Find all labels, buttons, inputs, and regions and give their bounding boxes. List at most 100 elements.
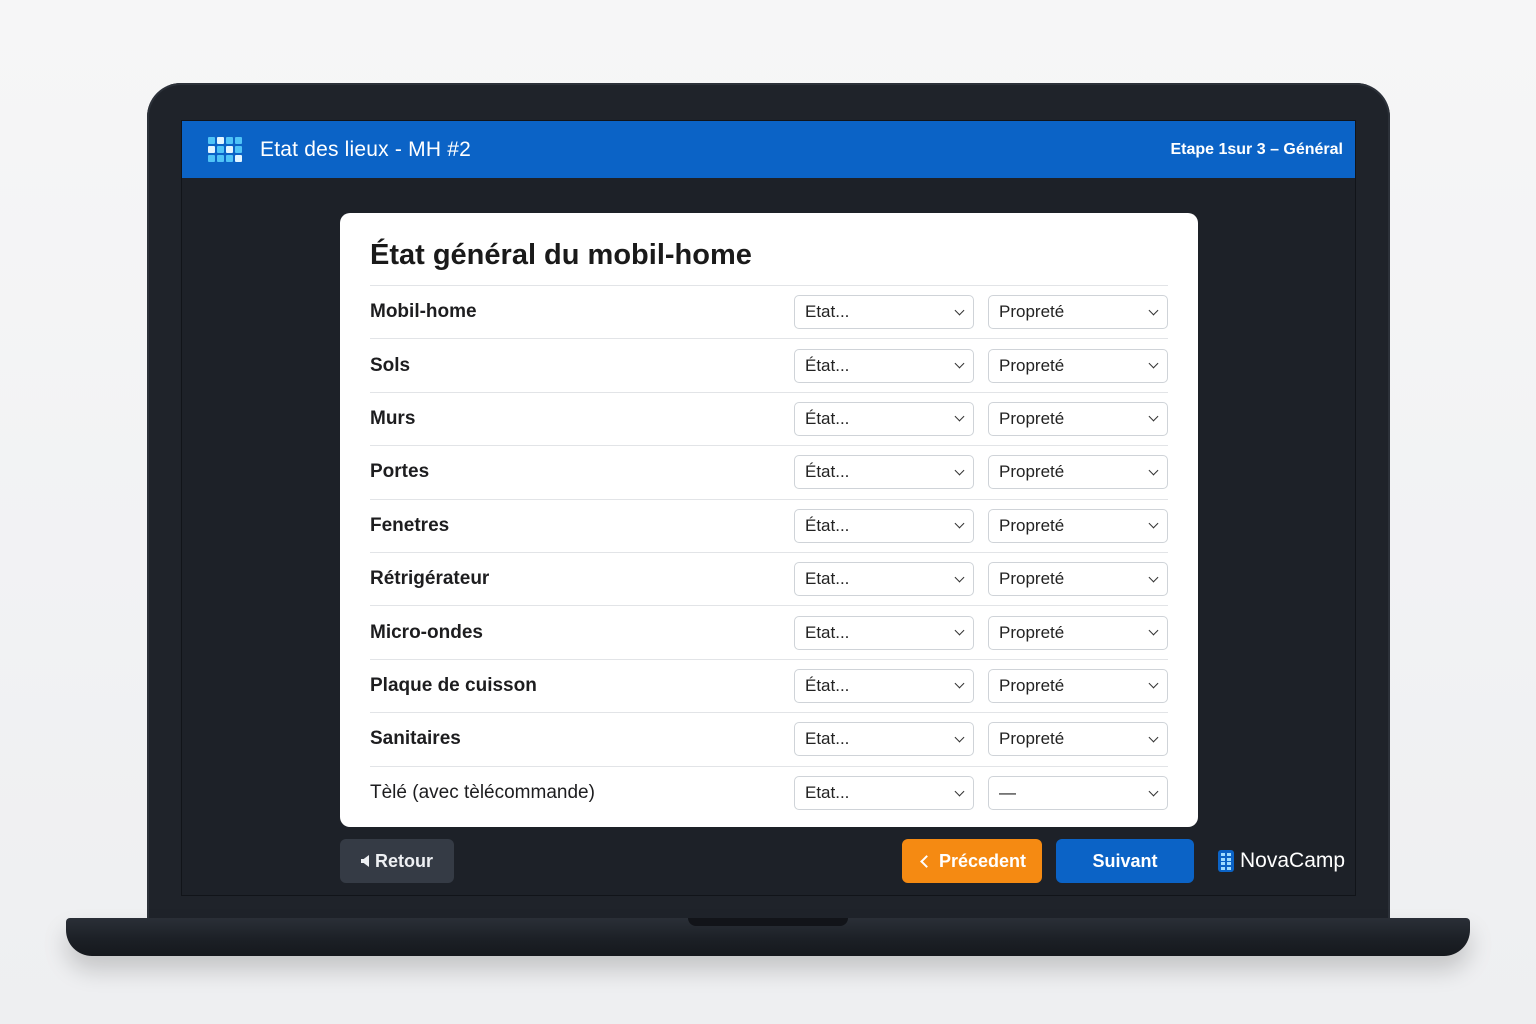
previous-button-label: Précedent	[938, 850, 1027, 871]
inspection-card: État général du mobil-home Mobil-home Eta…	[340, 213, 1198, 827]
row-label: Tèlé (avec tèlécommande)	[370, 782, 595, 804]
chevron-down-icon	[954, 572, 965, 583]
chevron-down-icon	[954, 412, 965, 422]
back-button-label: Retour	[375, 850, 433, 871]
etat-select-value: Etat...	[805, 302, 850, 322]
proprete-select[interactable]: Propreté	[988, 401, 1168, 436]
etat-select-value: Etat...	[805, 729, 850, 749]
previous-button[interactable]: Précedent	[902, 839, 1042, 883]
row-label: Sols	[370, 354, 411, 376]
etat-select-value: État...	[805, 462, 850, 482]
proprete-select[interactable]: Propreté	[988, 295, 1168, 330]
grid-logo-icon	[208, 135, 246, 165]
etat-select[interactable]: Etat...	[794, 615, 974, 650]
row-label: Portes	[370, 461, 430, 483]
table-row: Portes État... Propreté	[370, 446, 1168, 500]
table-row: Sols État... Propreté	[370, 339, 1168, 393]
back-button[interactable]: Retour	[340, 839, 454, 883]
etat-select-value: Etat...	[805, 622, 850, 642]
etat-select-value: Etat...	[805, 569, 850, 589]
proprete-select-value: Propreté	[999, 302, 1065, 322]
table-row: Plaque de cuisson État... Propreté	[370, 660, 1168, 714]
etat-select[interactable]: État...	[794, 508, 974, 543]
table-row: Micro-ondes Etat... Propreté	[370, 606, 1168, 660]
arrow-left-icon	[361, 855, 369, 867]
chevron-down-icon	[1148, 678, 1159, 689]
screen: Etat des lieux - MH #2 Etape 1sur 3 – Gé…	[181, 120, 1356, 896]
inspection-rows: Mobil-home Etat... Propreté Sols État... Prop…	[370, 285, 1168, 820]
row-label: Rétrigérateur	[370, 568, 490, 590]
etat-select-value: État...	[805, 515, 850, 535]
etat-select[interactable]: État...	[794, 348, 974, 383]
proprete-select[interactable]: Propreté	[988, 668, 1168, 703]
proprete-select-value: Propreté	[999, 355, 1065, 375]
chevron-down-icon	[954, 625, 965, 636]
proprete-select-value: Propreté	[999, 515, 1065, 535]
chevron-down-icon	[954, 518, 965, 529]
chevron-down-icon	[1148, 786, 1159, 797]
table-row: Mobil-home Etat... Propreté	[370, 286, 1168, 340]
proprete-select[interactable]: Propreté	[988, 455, 1168, 490]
proprete-select-value: Propreté	[999, 462, 1065, 482]
top-bar: Etat des lieux - MH #2 Etape 1sur 3 – Gé…	[182, 121, 1355, 178]
table-row: Fenetres État... Propreté	[370, 500, 1168, 553]
etat-select[interactable]: Etat...	[794, 776, 974, 811]
proprete-select-value: Propreté	[999, 675, 1065, 695]
chevron-down-icon	[1148, 625, 1159, 636]
proprete-select[interactable]: —	[988, 776, 1168, 811]
chevron-left-icon	[920, 854, 933, 868]
chevron-down-icon	[954, 358, 965, 369]
chevron-down-icon	[1148, 358, 1159, 369]
proprete-select-value: Propreté	[999, 408, 1065, 428]
brand-name: NovaCamp	[1240, 849, 1346, 872]
etat-select[interactable]: Etat...	[794, 562, 974, 597]
proprete-select[interactable]: Propreté	[988, 615, 1168, 650]
building-icon	[1218, 850, 1234, 872]
row-label: Fenetres	[370, 514, 450, 536]
chevron-down-icon	[1148, 518, 1159, 529]
table-row: Sanitaires Etat... Propreté	[370, 713, 1168, 767]
chevron-down-icon	[954, 305, 965, 316]
etat-select-value: État...	[805, 355, 850, 375]
row-label: Plaque de cuisson	[370, 674, 537, 696]
table-row: Tèlé (avec tèlécommande) Etat... —	[370, 767, 1168, 820]
proprete-select[interactable]: Propreté	[988, 508, 1168, 543]
chevron-down-icon	[1148, 572, 1159, 583]
brand: NovaCamp	[1218, 849, 1345, 873]
proprete-select-value: Propreté	[999, 729, 1065, 749]
chevron-down-icon	[1148, 412, 1159, 422]
chevron-down-icon	[1148, 732, 1159, 743]
etat-select[interactable]: Etat...	[794, 722, 974, 757]
table-row: Rétrigérateur Etat... Propreté	[370, 553, 1168, 607]
chevron-down-icon	[954, 732, 965, 743]
chevron-down-icon	[954, 786, 965, 797]
etat-select[interactable]: État...	[794, 668, 974, 703]
chevron-down-icon	[954, 465, 965, 476]
proprete-select[interactable]: Propreté	[988, 562, 1168, 597]
etat-select[interactable]: Etat...	[794, 295, 974, 330]
etat-select[interactable]: État...	[794, 401, 974, 436]
chevron-down-icon	[1148, 465, 1159, 476]
row-label: Micro-ondes	[370, 621, 483, 643]
etat-select-value: État...	[805, 675, 850, 695]
etat-select-value: État...	[805, 408, 850, 428]
etat-select[interactable]: État...	[794, 455, 974, 490]
proprete-select[interactable]: Propreté	[988, 348, 1168, 383]
row-label: Mobil-home	[370, 301, 477, 323]
row-label: Sanitaires	[370, 728, 461, 750]
chevron-down-icon	[1148, 305, 1159, 316]
proprete-select[interactable]: Propreté	[988, 722, 1168, 757]
etat-select-value: Etat...	[805, 783, 850, 803]
chevron-down-icon	[954, 678, 965, 689]
proprete-select-value: Propreté	[999, 622, 1065, 642]
row-label: Murs	[370, 407, 416, 429]
app-title: Etat des lieux - MH #2	[260, 137, 471, 161]
table-row: Murs État... Propreté	[370, 393, 1168, 447]
proprete-select-value: —	[999, 783, 1016, 803]
card-title: État général du mobil-home	[370, 239, 752, 271]
step-indicator: Etape 1sur 3 – Général	[1170, 140, 1343, 158]
proprete-select-value: Propreté	[999, 569, 1065, 589]
next-button[interactable]: Suivant	[1056, 839, 1194, 883]
laptop-notch	[688, 918, 848, 926]
next-button-label: Suivant	[1092, 850, 1158, 871]
